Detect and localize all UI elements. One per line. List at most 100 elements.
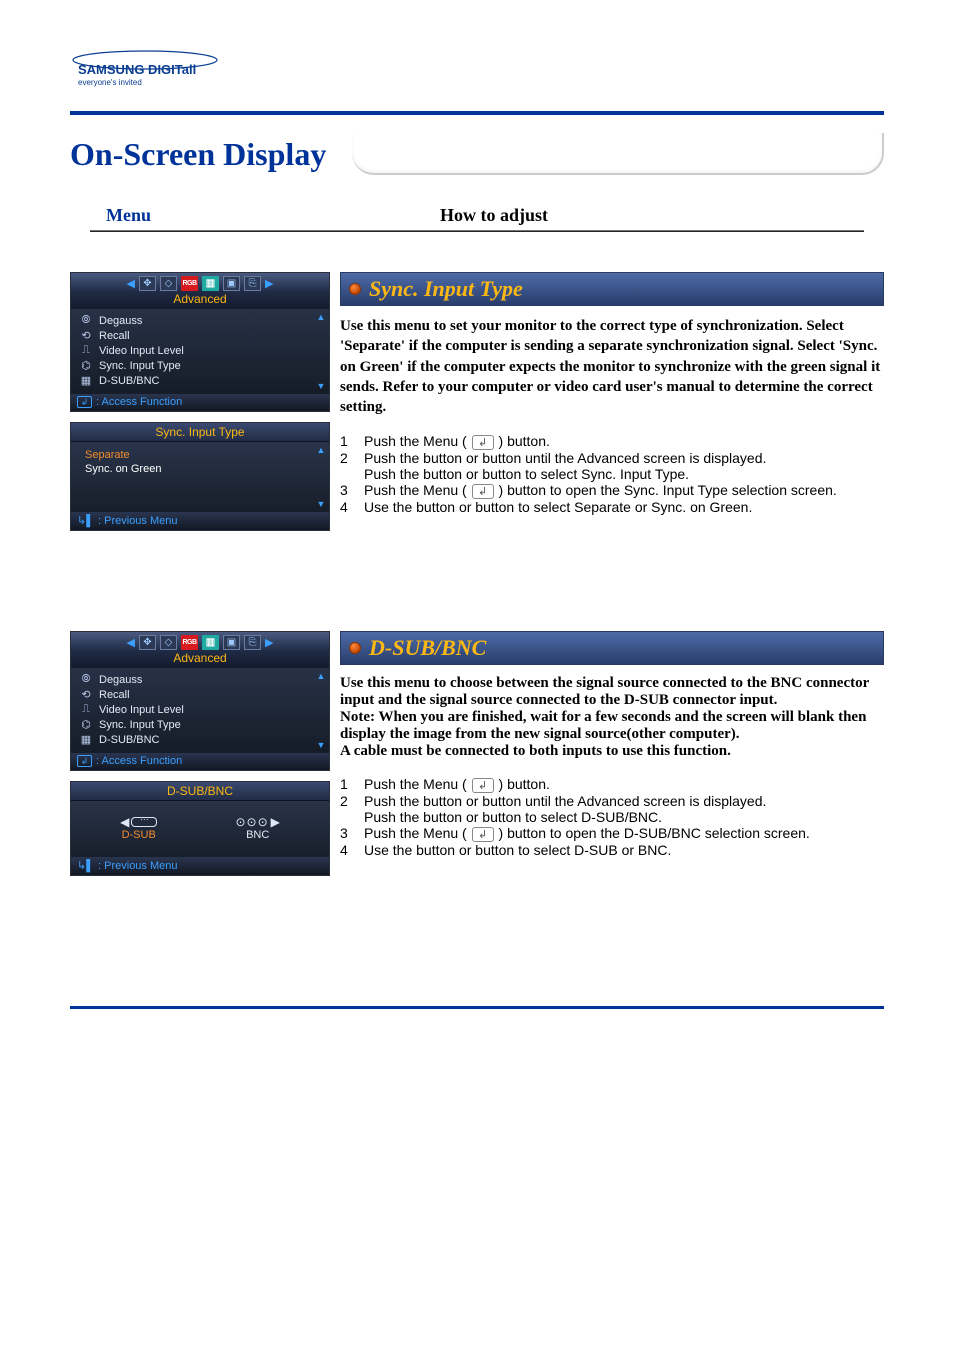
size-icon: ◇ (160, 276, 177, 291)
osd-option-bnc: ⊙⊙⊙▶ BNC (235, 815, 279, 841)
screen-icon: ▥ (202, 635, 219, 650)
enter-icon: ↲ (472, 484, 494, 499)
rgb-icon: RGB (181, 635, 198, 650)
nav-left-icon: ◀ (127, 636, 135, 649)
brand-tagline: everyone's invited (78, 78, 142, 87)
osd-previous-menu-label: : Previous Menu (98, 515, 177, 527)
osd-item-degauss: Degauss (99, 674, 142, 686)
osd-access-function-label: : Access Function (96, 755, 182, 767)
osd-previous-menu-label: : Previous Menu (98, 860, 177, 872)
nav-left-icon: ◀ (127, 277, 135, 290)
osd-item-degauss: Degauss (99, 315, 142, 327)
nav-right-icon: ▶ (271, 815, 280, 829)
enter-icon: ↲ (472, 827, 494, 842)
scroll-down-icon: ▼ (317, 381, 326, 391)
osd-category-label: Advanced (71, 292, 329, 309)
sync-step4: Use the button or button to select Separ… (364, 499, 752, 515)
rgb-icon: RGB (181, 276, 198, 291)
osd-footer-previous: ↳▌ : Previous Menu (71, 857, 329, 875)
scroll-down-icon: ▼ (317, 740, 326, 750)
dsub-step1a: Push the Menu ( (364, 776, 471, 792)
sync-step3b: ) button to open the Sync. Input Type se… (495, 482, 837, 498)
sync-type-icon: ⌬ (79, 359, 93, 372)
osd-item-recall: Recall (99, 689, 130, 701)
degauss-icon: ⦾ (79, 314, 93, 327)
title-tab-decoration (352, 133, 884, 175)
osd-item-sync-input-type: Sync. Input Type (99, 719, 181, 731)
osd-option-dsub: ◀ D-SUB (120, 815, 157, 841)
enter-icon: ↲ (77, 755, 92, 767)
dsub-step4: Use the button or button to select D-SUB… (364, 842, 671, 858)
column-header-how-to-adjust: How to adjust (390, 205, 548, 226)
section-header-sync: Sync. Input Type (340, 272, 884, 306)
osd-item-video-input-level: Video Input Level (99, 704, 184, 716)
position-icon: ✥ (139, 276, 156, 291)
osd-item-sync-input-type: Sync. Input Type (99, 360, 181, 372)
top-rule (70, 111, 884, 115)
sync-step2a: Push the button or button until the Adva… (364, 450, 766, 466)
enter-icon: ↲ (472, 778, 494, 793)
back-icon: ↳▌ (77, 514, 94, 527)
scroll-up-icon: ▲ (317, 445, 326, 455)
dsub-step1b: ) button. (495, 776, 550, 792)
osd-sync-subhead: Sync. Input Type (71, 423, 329, 442)
sync-type-icon: ⌬ (79, 718, 93, 731)
size-icon: ◇ (160, 635, 177, 650)
advanced-icon: ▣ (223, 276, 240, 291)
bnc-connector-icon: ⊙⊙⊙ (235, 815, 268, 829)
brand-logo: SAMSUNG DIGITall everyone's invited (70, 50, 884, 93)
osd-sub-scroll: ▲▼ (316, 445, 326, 509)
osd-option-dsub-label: D-SUB (120, 829, 157, 841)
nav-right-icon: ▶ (265, 277, 273, 290)
osd-topbar: ◀ ✥ ◇ RGB ▥ ▣ ⎘ ▶ (71, 273, 329, 292)
video-input-icon: ⎍ (79, 703, 93, 716)
dsub-description: Use this menu to choose between the sign… (340, 675, 884, 709)
info-icon: ⎘ (244, 276, 261, 291)
osd-option-sync-on-green: Sync. on Green (85, 462, 319, 476)
osd-item-dsub-bnc: D-SUB/BNC (99, 375, 160, 387)
sync-step1b: ) button. (495, 433, 550, 449)
dsub-note2: A cable must be connected to both inputs… (340, 743, 884, 760)
footer-rule (70, 1006, 884, 1009)
info-icon: ⎘ (244, 635, 261, 650)
osd-advanced-menu-2: ◀ ✥ ◇ RGB ▥ ▣ ⎘ ▶ Advanced ⦾Degauss ⟲Rec… (70, 631, 330, 771)
recall-icon: ⟲ (79, 329, 93, 342)
nav-left-icon: ◀ (120, 815, 129, 829)
osd-advanced-menu: ◀ ✥ ◇ RGB ▥ ▣ ⎘ ▶ Advanced ⦾ Degauss ⟲ Rec… (70, 272, 330, 412)
dsub-connector-icon (131, 817, 157, 827)
dsub-step3b: ) button to open the D-SUB/BNC selection… (495, 825, 810, 841)
video-input-icon: ⎍ (79, 344, 93, 357)
degauss-icon: ⦾ (79, 673, 93, 686)
dsub-bnc-icon: ▦ (79, 733, 93, 746)
osd-topbar: ◀ ✥ ◇ RGB ▥ ▣ ⎘ ▶ (71, 632, 329, 651)
sync-step2b: Push the button or button to select Sync… (364, 466, 689, 482)
dsub-step2a: Push the button or button until the Adva… (364, 793, 766, 809)
sync-steps: 1Push the Menu ( ↲ ) button. 2Push the b… (340, 433, 884, 515)
back-icon: ↳▌ (77, 859, 94, 872)
column-header-menu: Menu (70, 205, 390, 226)
osd-access-function-label: : Access Function (96, 396, 182, 408)
section-title-sync: Sync. Input Type (369, 276, 523, 302)
brand-name: SAMSUNG DIGITall (78, 62, 196, 77)
bullet-icon (349, 283, 361, 295)
dsub-step2b: Push the button or button to select D-SU… (364, 809, 662, 825)
page-title: On-Screen Display (70, 136, 326, 173)
advanced-icon: ▣ (223, 635, 240, 650)
osd-item-recall: Recall (99, 330, 130, 342)
osd-scroll: ▲▼ (316, 312, 326, 391)
recall-icon: ⟲ (79, 688, 93, 701)
osd-sync-submenu: Sync. Input Type Separate Sync. on Green… (70, 422, 330, 531)
osd-item-dsub-bnc: D-SUB/BNC (99, 734, 160, 746)
osd-footer-access: ↲ : Access Function (71, 394, 329, 411)
enter-icon: ↲ (472, 435, 494, 450)
osd-footer-previous: ↳▌ : Previous Menu (71, 512, 329, 530)
osd-scroll: ▲▼ (316, 671, 326, 750)
sync-description: Use this menu to set your monitor to the… (340, 316, 884, 417)
dsub-step3a: Push the Menu ( (364, 825, 471, 841)
sync-step1a: Push the Menu ( (364, 433, 471, 449)
sync-step3a: Push the Menu ( (364, 482, 471, 498)
nav-right-icon: ▶ (265, 636, 273, 649)
scroll-up-icon: ▲ (317, 671, 326, 681)
osd-item-video-input-level: Video Input Level (99, 345, 184, 357)
osd-dsub-subhead: D-SUB/BNC (71, 782, 329, 801)
